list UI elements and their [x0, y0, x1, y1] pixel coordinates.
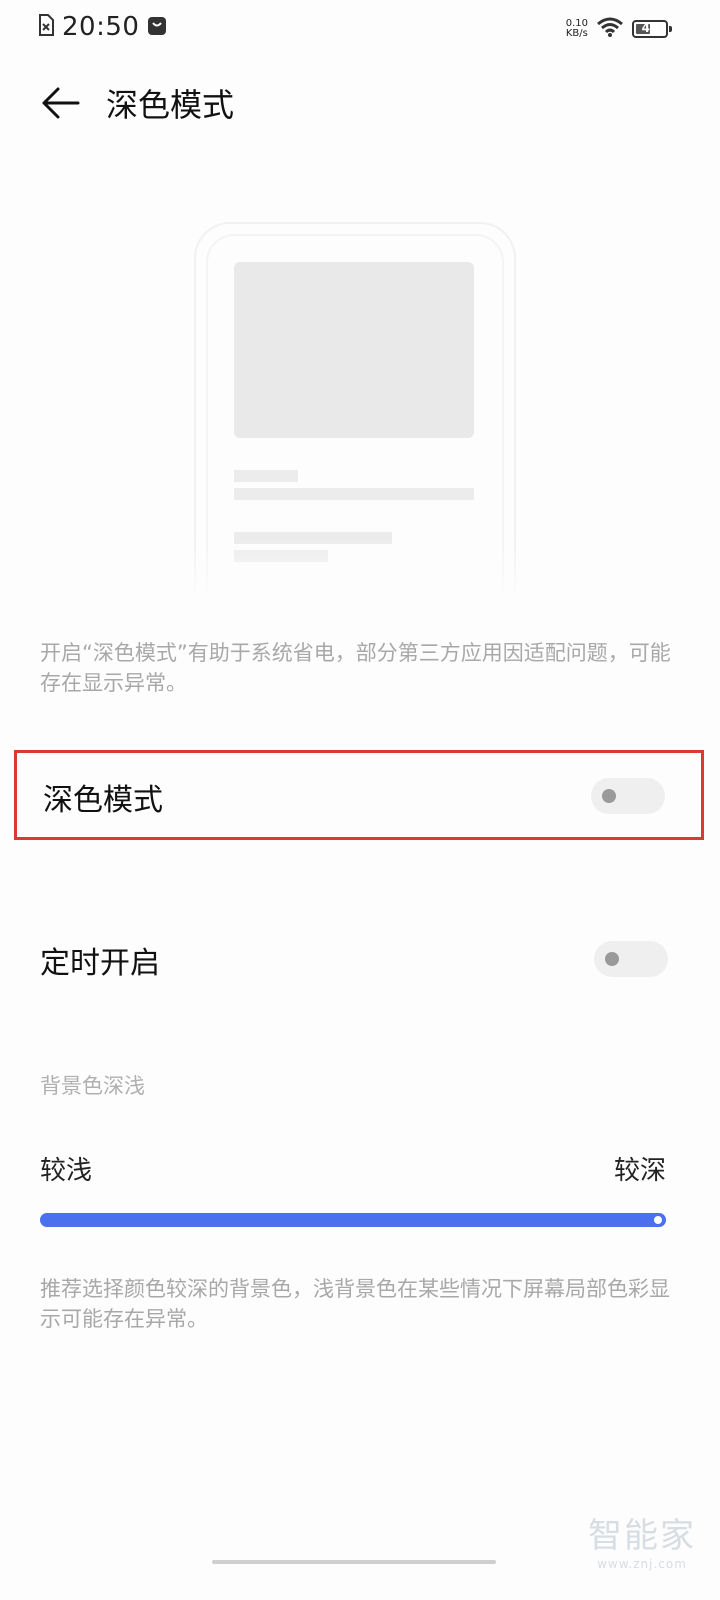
battery-level: 49 — [641, 21, 659, 35]
recommendation-text: 推荐选择颜色较深的背景色，浅背景色在某些情况下屏幕局部色彩显示可能存在异常。 — [40, 1277, 670, 1331]
scheduled-toggle[interactable] — [594, 941, 668, 977]
dark-mode-preview-illustration — [194, 222, 516, 594]
watermark-logo: 智能家 www.znj.com — [588, 1508, 696, 1571]
slider-max-label: 较深 — [613, 1156, 666, 1186]
preview-image-placeholder — [234, 262, 474, 438]
toggle-knob — [605, 952, 619, 966]
preview-line — [234, 470, 298, 482]
status-bar-left: 20:50 — [38, 12, 167, 42]
dark-mode-label: 深色模式 — [43, 783, 163, 818]
watermark-text: 智能家 — [588, 1516, 696, 1556]
home-indicator[interactable] — [212, 1560, 496, 1564]
dark-mode-row[interactable]: 深色模式 — [14, 750, 704, 840]
battery-cap — [669, 26, 672, 32]
status-bar-right: 0.10 KB/s 49 — [566, 16, 672, 42]
watermark-url: www.znj.com — [597, 1557, 687, 1571]
dark-mode-description: 开启“深色模式”有助于系统省电，部分第三方应用因适配问题，可能存在显示异常。 — [40, 641, 671, 695]
network-speed: 0.10 KB/s — [566, 19, 588, 39]
preview-line — [234, 488, 474, 500]
wifi-icon — [596, 16, 624, 42]
arrow-left-icon — [42, 87, 80, 119]
network-speed-unit: KB/s — [565, 28, 588, 39]
app-header: 深色模式 — [0, 70, 720, 136]
notification-bag-icon — [147, 14, 167, 40]
slider-thumb[interactable] — [654, 1216, 662, 1224]
back-button[interactable] — [36, 80, 88, 126]
status-bar: 20:50 0.10 KB/s 49 — [0, 0, 720, 56]
background-depth-section-label: 背景色深浅 — [40, 1074, 145, 1098]
toggle-knob — [602, 789, 616, 803]
clock: 20:50 — [62, 12, 140, 42]
scheduled-label: 定时开启 — [40, 946, 160, 981]
page-title: 深色模式 — [106, 86, 235, 124]
illustration-fade — [188, 540, 518, 600]
sim-card-icon — [38, 14, 54, 40]
battery-icon: 49 — [632, 20, 672, 38]
dark-mode-toggle[interactable] — [591, 778, 665, 814]
slider-min-label: 较浅 — [40, 1156, 93, 1186]
scheduled-row[interactable]: 定时开启 — [14, 916, 704, 1006]
background-depth-slider[interactable] — [40, 1213, 666, 1227]
